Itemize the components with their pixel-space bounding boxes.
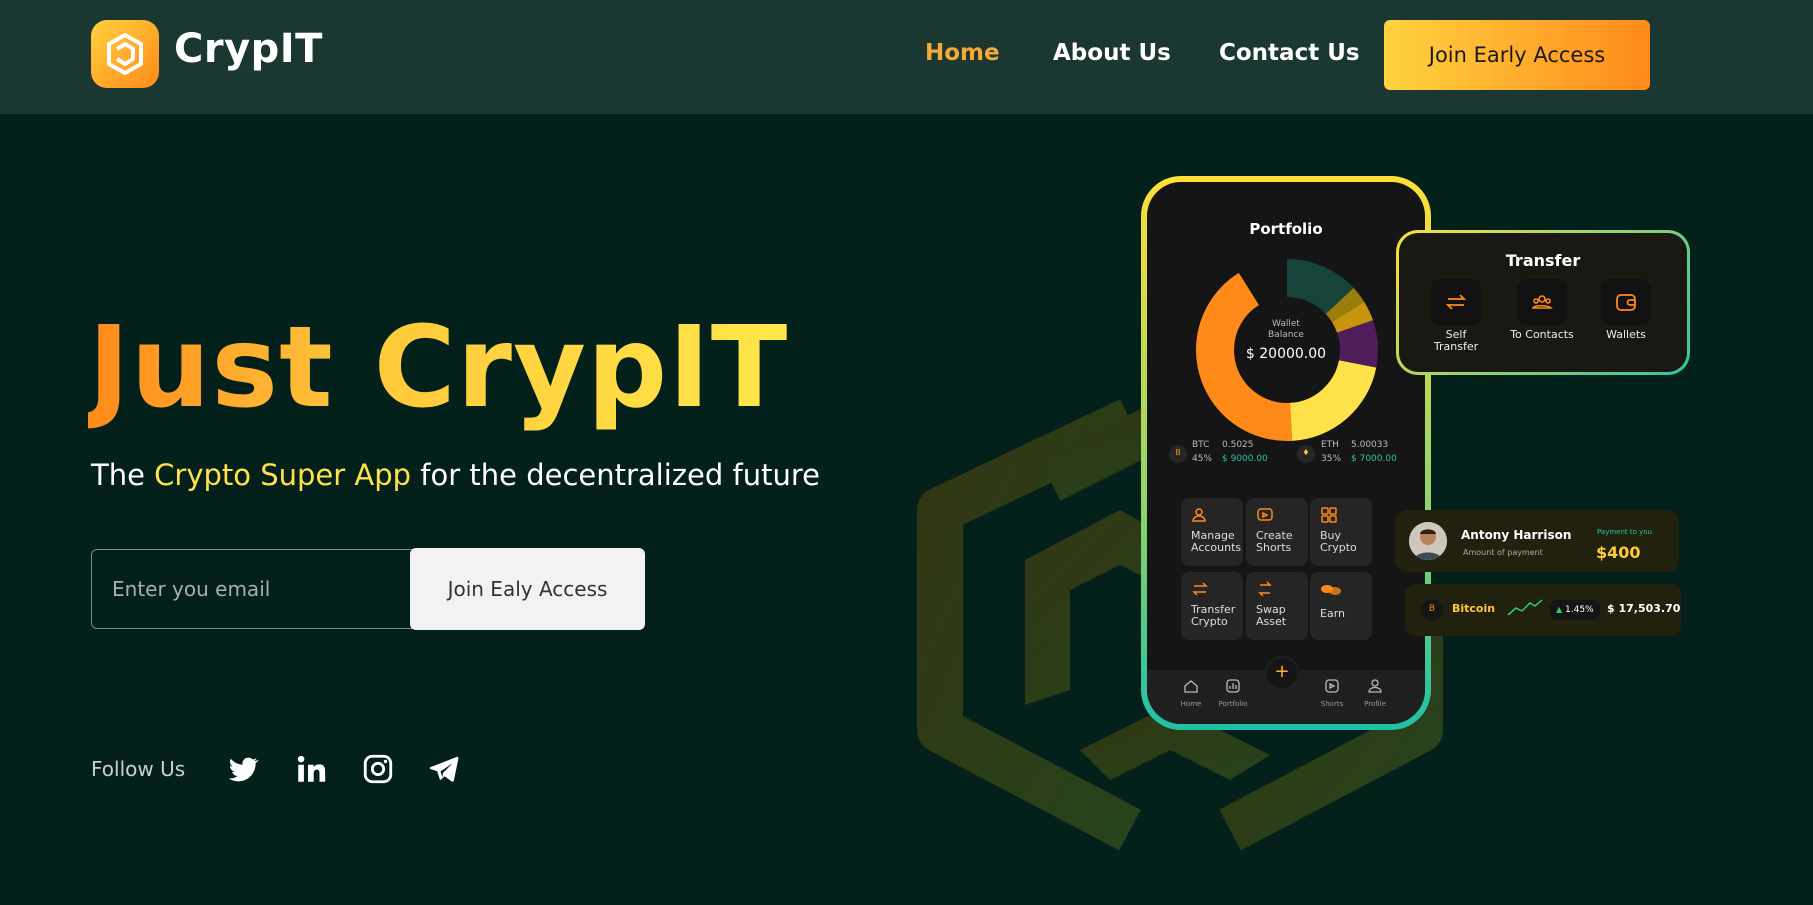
telegram-icon[interactable] bbox=[427, 752, 461, 786]
create-shorts-button[interactable]: Create Shorts bbox=[1246, 498, 1308, 566]
subtitle-post: for the decentralized future bbox=[411, 458, 820, 492]
transfer-arrows-icon bbox=[1192, 582, 1208, 596]
eth-percent: 35% bbox=[1321, 454, 1342, 464]
home-icon bbox=[1184, 680, 1198, 693]
coins-icon bbox=[1321, 585, 1341, 595]
to-contacts-label: To Contacts bbox=[1510, 328, 1574, 341]
buy-crypto-button[interactable]: Buy Crypto bbox=[1310, 498, 1372, 566]
payment-amount: $400 bbox=[1596, 543, 1641, 562]
phone-screen: Portfolio Wallet Balance $ 20000.00 B BT… bbox=[1147, 182, 1425, 724]
hero-title-word-2: CrypIT bbox=[373, 303, 789, 433]
hero-title: Just CrypIT bbox=[88, 312, 788, 424]
phone-tab-bar: + Home Portfolio Shorts Profile bbox=[1147, 656, 1425, 724]
earn-button[interactable]: Earn bbox=[1310, 572, 1372, 640]
nav-home[interactable]: Home bbox=[925, 40, 1000, 66]
hero-subtitle: The Crypto Super App for the decentraliz… bbox=[91, 458, 820, 492]
avatar bbox=[1409, 522, 1447, 560]
buy-crypto-label: Buy Crypto bbox=[1320, 529, 1357, 554]
tab-profile[interactable]: Profile bbox=[1355, 678, 1395, 708]
payment-notification-card: Antony Harrison Amount of payment Paymen… bbox=[1395, 510, 1679, 572]
ticker-change-badge: ▲ 1.45% bbox=[1550, 600, 1600, 620]
portfolio-title: Portfolio bbox=[1249, 220, 1323, 238]
phone-mockup: Portfolio Wallet Balance $ 20000.00 B BT… bbox=[1141, 176, 1431, 730]
add-fab-button[interactable]: + bbox=[1265, 656, 1299, 690]
subtitle-pre: The bbox=[91, 458, 155, 492]
eth-amount: 5.00033 bbox=[1351, 440, 1389, 450]
wallets-button[interactable]: Wallets bbox=[1586, 279, 1666, 341]
btc-amount: 0.5025 bbox=[1222, 440, 1254, 450]
email-input[interactable] bbox=[91, 549, 421, 629]
ticker-name: Bitcoin bbox=[1452, 602, 1496, 615]
payment-label: Payment to you bbox=[1597, 528, 1652, 536]
eth-symbol: ETH bbox=[1321, 440, 1339, 450]
tab-shorts[interactable]: Shorts bbox=[1312, 678, 1352, 708]
wallets-label: Wallets bbox=[1606, 328, 1646, 341]
self-transfer-button[interactable]: Self Transfer bbox=[1416, 279, 1496, 353]
wallet-balance-value: $ 20000.00 bbox=[1245, 346, 1327, 362]
btc-coin-icon: B bbox=[1169, 445, 1187, 463]
tab-portfolio-label: Portfolio bbox=[1218, 700, 1248, 708]
nav-about-us[interactable]: About Us bbox=[1053, 40, 1171, 66]
create-shorts-label: Create Shorts bbox=[1256, 529, 1293, 554]
shorts-icon bbox=[1257, 508, 1273, 521]
shorts-tab-icon bbox=[1325, 679, 1339, 693]
transfer-crypto-button[interactable]: Transfer Crypto bbox=[1181, 572, 1243, 640]
bitcoin-ticker-card: B Bitcoin ▲ 1.45% $ 17,503.70 bbox=[1405, 584, 1681, 636]
join-early-access-button[interactable]: Join Early Access bbox=[1384, 20, 1650, 90]
follow-us-label: Follow Us bbox=[91, 757, 186, 781]
btc-percent: 45% bbox=[1192, 454, 1213, 464]
to-contacts-button[interactable]: To Contacts bbox=[1502, 279, 1582, 341]
wallet-icon bbox=[1616, 294, 1636, 311]
twitter-icon[interactable] bbox=[226, 752, 260, 786]
hero-title-word-1: Just bbox=[88, 303, 334, 433]
tab-home-label: Home bbox=[1180, 700, 1202, 708]
linkedin-icon[interactable] bbox=[294, 752, 328, 786]
nav-contact-us[interactable]: Contact Us bbox=[1219, 40, 1360, 66]
tab-portfolio[interactable]: Portfolio bbox=[1213, 678, 1253, 708]
transfer-card: Transfer Self Transfer To Contacts Wallet… bbox=[1396, 230, 1690, 375]
swap-icon bbox=[1258, 581, 1272, 597]
instagram-icon[interactable] bbox=[361, 752, 395, 786]
site-header: CrypIT Home About Us Contact Us Join Ear… bbox=[0, 0, 1813, 114]
ticker-price: $ 17,503.70 bbox=[1607, 602, 1681, 615]
hexagon-logo-icon bbox=[107, 33, 143, 75]
swap-asset-button[interactable]: Swap Asset bbox=[1246, 572, 1308, 640]
tab-profile-label: Profile bbox=[1364, 700, 1386, 708]
brand-name[interactable]: CrypIT bbox=[174, 26, 323, 72]
user-icon bbox=[1192, 508, 1206, 522]
subtitle-highlight: Crypto Super App bbox=[154, 458, 412, 492]
eth-coin-icon: ♦ bbox=[1297, 445, 1315, 463]
self-transfer-icon bbox=[1445, 294, 1467, 310]
tab-shorts-label: Shorts bbox=[1320, 700, 1344, 708]
earn-label: Earn bbox=[1320, 607, 1345, 620]
btc-value: $ 9000.00 bbox=[1222, 454, 1268, 464]
bitcoin-icon: B bbox=[1421, 599, 1443, 621]
profile-icon bbox=[1368, 679, 1382, 693]
sparkline-icon bbox=[1507, 599, 1543, 616]
wallet-label-line-2: Balance bbox=[1268, 330, 1304, 340]
buy-crypto-icon bbox=[1321, 507, 1337, 523]
wallet-label-line-1: Wallet bbox=[1272, 319, 1300, 329]
tab-home[interactable]: Home bbox=[1171, 678, 1211, 708]
swap-asset-label: Swap Asset bbox=[1256, 603, 1287, 628]
chart-icon bbox=[1226, 679, 1240, 693]
ticker-change: 1.45% bbox=[1565, 605, 1594, 615]
transfer-crypto-label: Transfer Crypto bbox=[1191, 603, 1236, 628]
payment-subtitle: Amount of payment bbox=[1463, 548, 1543, 557]
self-transfer-label: Self Transfer bbox=[1433, 328, 1479, 353]
up-arrow-icon: ▲ bbox=[1556, 605, 1563, 614]
transfer-title: Transfer bbox=[1505, 251, 1581, 270]
manage-accounts-button[interactable]: Manage Accounts bbox=[1181, 498, 1243, 566]
eth-value: $ 7000.00 bbox=[1351, 454, 1397, 464]
transfer-card-body: Transfer Self Transfer To Contacts Wallet… bbox=[1399, 233, 1687, 372]
manage-accounts-label: Manage Accounts bbox=[1191, 529, 1242, 554]
contacts-icon bbox=[1531, 295, 1553, 309]
btc-symbol: BTC bbox=[1192, 440, 1210, 450]
payer-name: Antony Harrison bbox=[1461, 528, 1572, 542]
join-ealy-access-button[interactable]: Join Ealy Access bbox=[410, 548, 645, 630]
wallet-balance-label: Wallet Balance bbox=[1147, 319, 1425, 341]
brand-logo[interactable] bbox=[91, 20, 159, 88]
